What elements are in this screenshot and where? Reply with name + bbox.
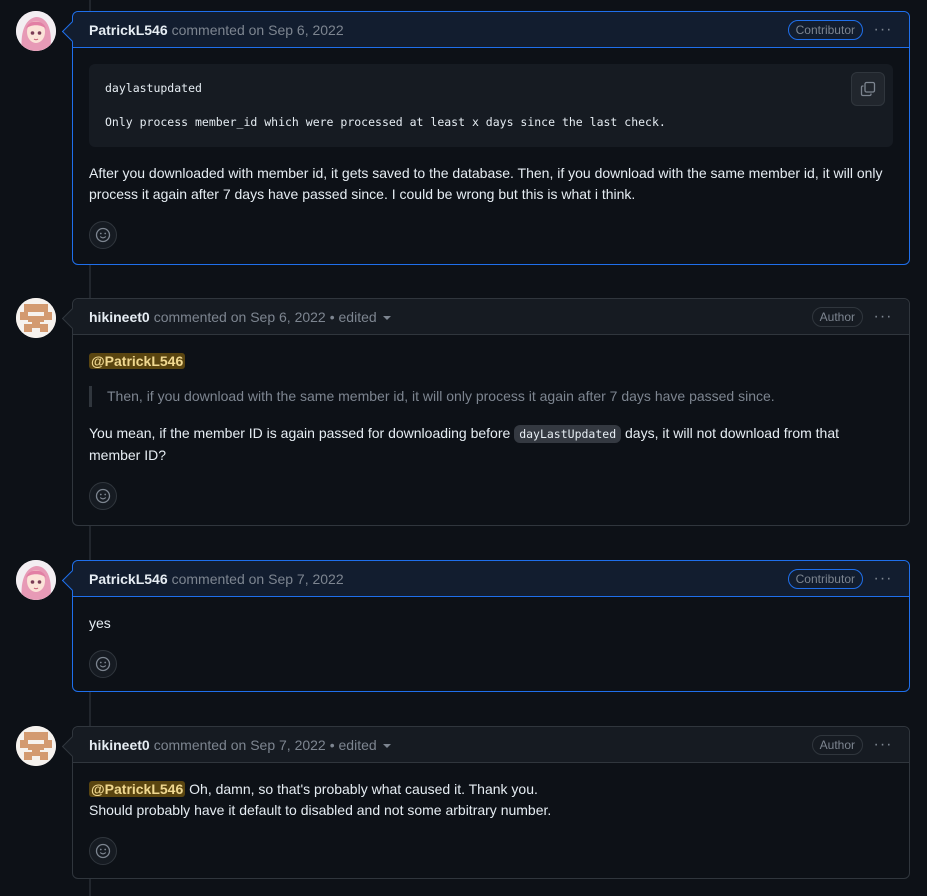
comment-header: PatrickL546 commented on Sep 6, 2022 Con… <box>73 12 909 48</box>
avatar[interactable] <box>16 726 56 766</box>
comment-timestamp[interactable]: commented on Sep 6, 2022 <box>172 22 344 38</box>
comment-card: PatrickL546 commented on Sep 7, 2022 Con… <box>61 560 910 694</box>
kebab-icon[interactable]: ··· <box>873 570 893 588</box>
comment-text: yes <box>89 615 111 631</box>
comment-card: PatrickL546 commented on Sep 6, 2022 Con… <box>61 11 910 265</box>
user-mention[interactable]: @PatrickL546 <box>89 781 186 797</box>
copy-icon <box>860 81 876 97</box>
avatar-identicon-icon <box>16 726 56 766</box>
user-mention[interactable]: @PatrickL546 <box>89 353 186 369</box>
edited-label: • edited <box>329 308 377 325</box>
comment-body: @PatrickL546 Oh, damn, so that's probabl… <box>73 763 909 881</box>
edited-dropdown[interactable]: • edited <box>330 309 391 325</box>
smiley-icon <box>95 843 111 859</box>
add-reaction-button[interactable] <box>89 482 117 510</box>
comment-text: After you downloaded with member id, it … <box>89 165 883 202</box>
comment-text-part: Should probably have it default to disab… <box>89 802 552 818</box>
comment-body: @PatrickL546 Then, if you download with … <box>73 335 909 526</box>
code-block: daylastupdated Only process member_id wh… <box>89 64 893 147</box>
comment-body: daylastupdated Only process member_id wh… <box>73 48 909 265</box>
avatar[interactable] <box>16 298 56 338</box>
comment-author[interactable]: PatrickL546 <box>89 22 168 38</box>
comment-header: hikineet0 commented on Sep 6, 2022 • edi… <box>73 299 909 335</box>
smiley-icon <box>95 227 111 243</box>
author-badge: Author <box>811 306 863 327</box>
contributor-badge: Contributor <box>787 568 863 589</box>
comment-timestamp[interactable]: commented on Sep 7, 2022 <box>172 571 344 587</box>
avatar[interactable] <box>16 11 56 51</box>
add-reaction-button[interactable] <box>89 837 117 865</box>
comment-text: You mean, if the member ID is again pass… <box>89 423 893 466</box>
edited-dropdown[interactable]: • edited <box>330 737 391 753</box>
comment-timestamp[interactable]: commented on Sep 6, 2022 <box>154 309 326 325</box>
code-line: Only process member_id which were proces… <box>105 115 666 129</box>
comment-text-part: Oh, damn, so that's probably what caused… <box>185 781 538 797</box>
kebab-icon[interactable]: ··· <box>873 21 893 39</box>
comment-card: hikineet0 commented on Sep 6, 2022 • edi… <box>61 298 910 526</box>
comment-card: hikineet0 commented on Sep 7, 2022 • edi… <box>61 726 910 881</box>
avatar[interactable] <box>16 560 56 600</box>
comment-timestamp[interactable]: commented on Sep 7, 2022 <box>154 737 326 753</box>
smiley-icon <box>95 488 111 504</box>
smiley-icon <box>95 656 111 672</box>
comment-text: @PatrickL546 Oh, damn, so that's probabl… <box>89 779 893 821</box>
code-line: daylastupdated <box>105 81 202 95</box>
comment-header: hikineet0 commented on Sep 7, 2022 • edi… <box>73 727 909 763</box>
edited-label: • edited <box>329 736 377 753</box>
author-badge: Author <box>811 734 863 755</box>
avatar-anime-icon <box>16 11 56 51</box>
comment-author[interactable]: hikineet0 <box>89 737 150 753</box>
contributor-badge: Contributor <box>787 19 863 40</box>
add-reaction-button[interactable] <box>89 221 117 249</box>
kebab-icon[interactable]: ··· <box>873 308 893 326</box>
comment-header: PatrickL546 commented on Sep 7, 2022 Con… <box>73 561 909 597</box>
kebab-icon[interactable]: ··· <box>873 736 893 754</box>
comment-text-part: You mean, if the member ID is again pass… <box>89 425 515 441</box>
avatar-identicon-icon <box>16 298 56 338</box>
caret-down-icon <box>382 744 391 748</box>
comment-author[interactable]: PatrickL546 <box>89 571 168 587</box>
avatar-anime-icon <box>16 560 56 600</box>
caret-down-icon <box>382 316 391 320</box>
comment-body: yes <box>73 597 909 694</box>
blockquote: Then, if you download with the same memb… <box>89 386 893 407</box>
add-reaction-button[interactable] <box>89 650 117 678</box>
inline-code: dayLastUpdated <box>514 425 622 443</box>
comment-author[interactable]: hikineet0 <box>89 309 150 325</box>
copy-button[interactable] <box>851 72 885 106</box>
